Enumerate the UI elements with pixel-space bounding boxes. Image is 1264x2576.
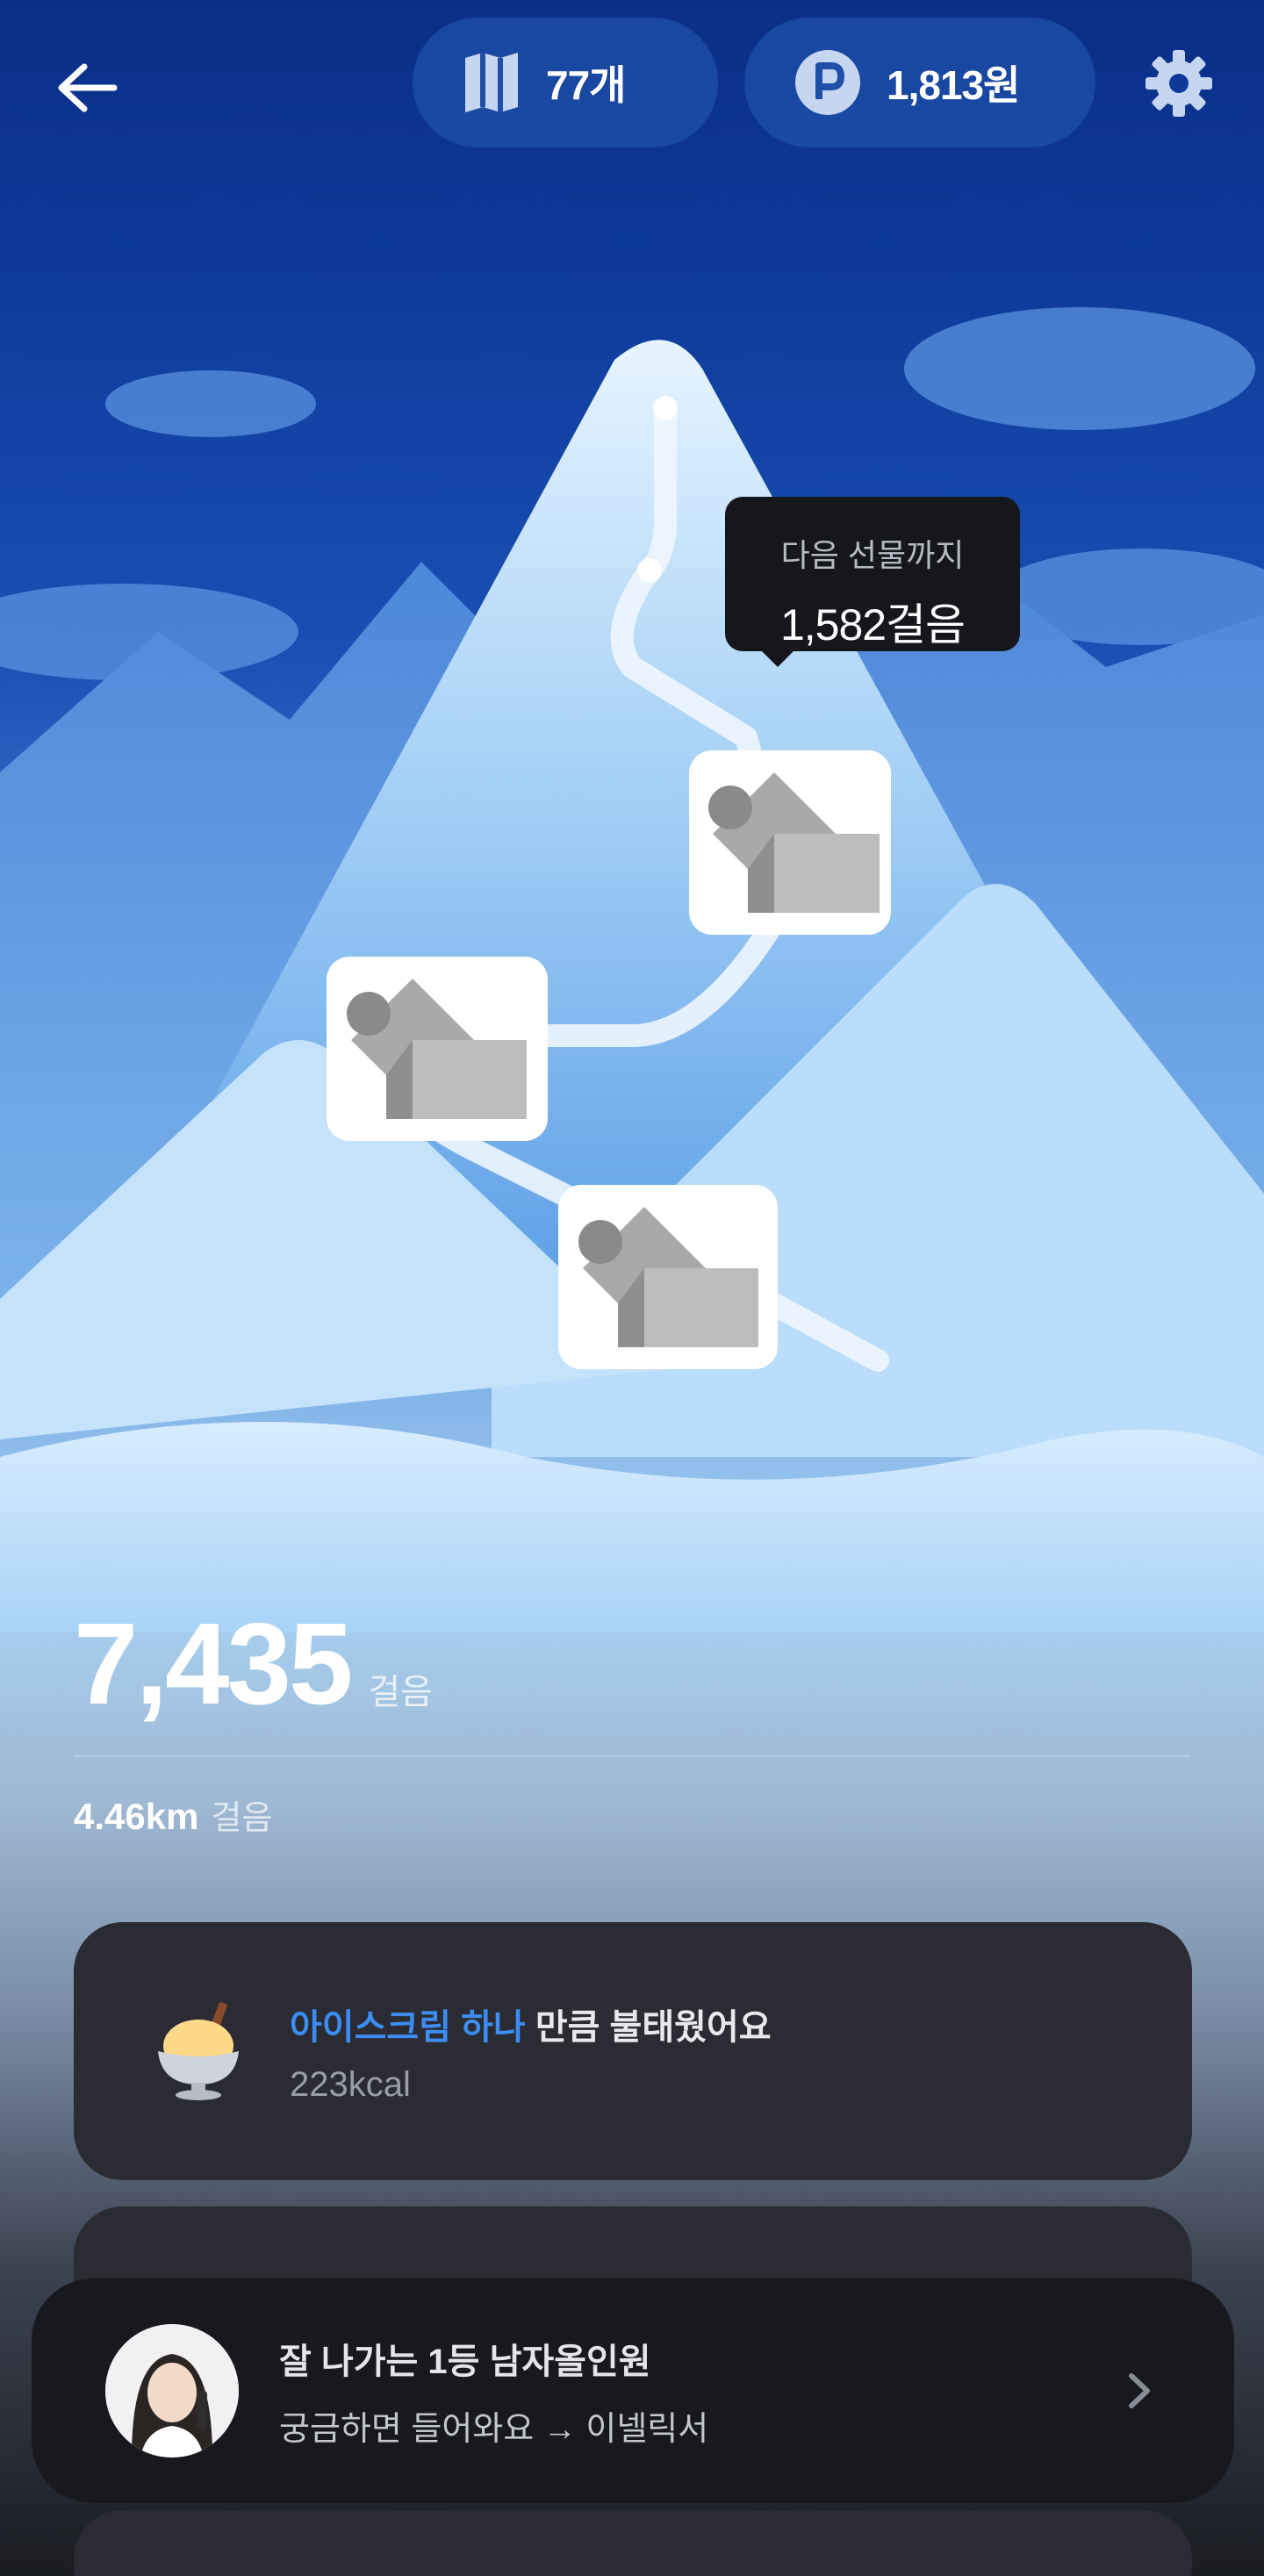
- calorie-kcal: 223kcal: [290, 2064, 411, 2104]
- calorie-highlight: 아이스크림 하나: [290, 2007, 526, 2047]
- point-coin-icon: [795, 50, 860, 115]
- mountain-illustration: [0, 307, 1264, 1632]
- ice-cream-icon: [158, 2002, 239, 2100]
- calorie-text: 아이스크림 하나 만큼 불태웠어요 223kcal: [290, 1998, 772, 2105]
- gift-box-icon: [327, 957, 548, 1141]
- calorie-title-rest: 만큼 불태웠어요: [525, 2007, 772, 2047]
- tooltip-label: 다음 선물까지: [780, 537, 965, 573]
- chevron-right-icon: [1115, 2366, 1164, 2415]
- divider: [74, 1755, 1190, 1757]
- ticket-icon: [465, 53, 518, 112]
- next-gift-tooltip: 다음 선물까지 1,582걸음: [725, 497, 1020, 667]
- tooltip-value: 1,582걸음: [779, 600, 966, 649]
- top-bar: 77개 1,813원: [0, 18, 1264, 149]
- tickets-pill[interactable]: 77개: [413, 18, 718, 147]
- gear-icon: [1146, 50, 1212, 117]
- info-card: [74, 2510, 1192, 2576]
- back-button[interactable]: [51, 53, 121, 123]
- gift-box-icon: [689, 750, 891, 935]
- steps-unit: 걸음: [368, 1673, 433, 1711]
- settings-button[interactable]: [1139, 44, 1218, 123]
- steps-count: 7,435: [74, 1599, 353, 1728]
- avatar: [105, 2324, 239, 2458]
- points-amount: 1,813원: [887, 62, 1020, 108]
- ad-banner[interactable]: 잘 나가는 1등 남자올인원 궁금하면 들어와요 → 이넬릭서: [32, 2278, 1234, 2503]
- calorie-card: 아이스크림 하나 만큼 불태웠어요 223kcal: [74, 1922, 1192, 2180]
- mountain-scene: [0, 140, 1264, 1632]
- calorie-title: 아이스크림 하나 만큼 불태웠어요: [290, 1998, 772, 2049]
- ad-subtitle: 궁금하면 들어와요 → 이넬릭서: [279, 2410, 709, 2448]
- distance-unit: 걸음: [211, 1800, 273, 1837]
- steps-summary: 7,435 걸음: [74, 1597, 433, 1730]
- tickets-count: 77개: [546, 62, 626, 108]
- distance-summary: 4.46km 걸음: [74, 1790, 272, 1839]
- ad-title: 잘 나가는 1등 남자올인원: [279, 2342, 651, 2381]
- arrow-left-icon: [58, 63, 118, 112]
- ad-text: 잘 나가는 1등 남자올인원 궁금하면 들어와요 → 이넬릭서: [279, 2333, 1234, 2450]
- points-pill[interactable]: 1,813원: [744, 18, 1095, 147]
- gift-box-icon: [558, 1185, 778, 1369]
- distance-value: 4.46km: [74, 1796, 199, 1837]
